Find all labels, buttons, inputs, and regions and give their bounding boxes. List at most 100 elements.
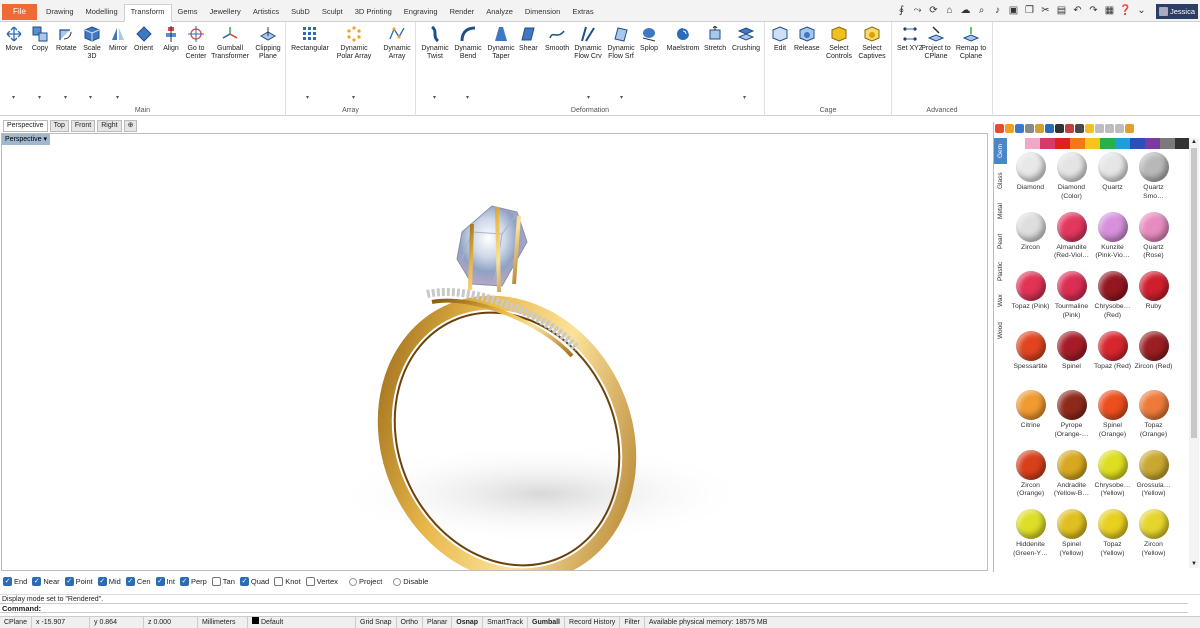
osnap-int[interactable]: ✓ Int bbox=[155, 577, 175, 586]
link-icon[interactable]: ⤳ bbox=[911, 4, 924, 17]
filter-toggle[interactable]: Filter bbox=[620, 617, 645, 628]
gem-item[interactable]: Diamond bbox=[1010, 152, 1051, 212]
material-tab-pearl[interactable]: Pearl bbox=[994, 228, 1007, 254]
properties-icon[interactable] bbox=[1015, 124, 1024, 133]
gem-item[interactable]: Zircon bbox=[1010, 211, 1051, 272]
material-tab-gem[interactable]: Gem bbox=[994, 138, 1007, 164]
color-swatch[interactable] bbox=[1025, 138, 1040, 149]
gem-item[interactable]: Diamond (Color) bbox=[1051, 152, 1092, 212]
copy-button[interactable]: Copy bbox=[31, 25, 49, 53]
color-swatch[interactable] bbox=[1130, 138, 1145, 149]
smooth-button[interactable]: Smooth bbox=[545, 25, 569, 53]
rotate-button[interactable]: Rotate bbox=[56, 25, 77, 53]
tab-jewellery[interactable]: Jewellery bbox=[204, 5, 247, 21]
tab-sculpt[interactable]: Sculpt bbox=[316, 5, 349, 21]
osnap-end[interactable]: ✓ End bbox=[3, 577, 27, 586]
tab-3d-printing[interactable]: 3D Printing bbox=[349, 5, 398, 21]
cplane-status[interactable]: CPlane bbox=[0, 617, 32, 628]
gem-item[interactable]: Topaz (Yellow) bbox=[1092, 509, 1133, 569]
grid-snap-toggle[interactable]: Grid Snap bbox=[356, 617, 397, 628]
orient-button[interactable]: Orient bbox=[134, 25, 153, 53]
splop-button[interactable]: Splop bbox=[640, 25, 658, 53]
tab-modelling[interactable]: Modelling bbox=[80, 5, 124, 21]
scrollbar-thumb[interactable] bbox=[1191, 148, 1197, 438]
lock-icon[interactable]: ⌂ bbox=[943, 4, 956, 17]
scroll-up-icon[interactable]: ▲ bbox=[1191, 139, 1197, 145]
gem-item[interactable]: Spinel (Yellow) bbox=[1051, 509, 1092, 569]
gem-item[interactable]: Quartz bbox=[1092, 152, 1133, 212]
gem-item[interactable]: Hiddenite (Green-Y… bbox=[1010, 509, 1051, 569]
checkbox[interactable]: ✓ bbox=[239, 577, 249, 586]
checkbox[interactable]: ✓ bbox=[179, 577, 189, 586]
shear-button[interactable]: Shear bbox=[519, 25, 538, 53]
gem-item[interactable]: Topaz (Orange) bbox=[1133, 390, 1174, 450]
checkbox[interactable]: ✓ bbox=[3, 577, 12, 586]
gem-item[interactable]: Topaz (Red) bbox=[1092, 330, 1133, 391]
tab-gems[interactable]: Gems bbox=[172, 5, 204, 21]
planar-toggle[interactable]: Planar bbox=[423, 617, 453, 628]
refresh-icon[interactable]: ⟳ bbox=[927, 4, 940, 17]
redo-icon[interactable]: ↷ bbox=[1087, 4, 1100, 17]
dynamic-twist-button[interactable]: Dynamic Twist bbox=[420, 25, 450, 61]
microphone-icon[interactable]: ♪ bbox=[991, 4, 1004, 17]
tab-drawing[interactable]: Drawing bbox=[40, 5, 80, 21]
chevron-down-icon[interactable]: ▾ bbox=[743, 94, 746, 101]
color-swatch[interactable] bbox=[1145, 138, 1160, 149]
color-swatch[interactable] bbox=[1100, 138, 1115, 149]
gem-item[interactable]: Zircon (Yellow) bbox=[1133, 509, 1174, 569]
radio-project[interactable]: Project bbox=[348, 577, 382, 586]
scale-3d-button[interactable]: Scale 3D bbox=[82, 25, 102, 61]
color-swatch[interactable] bbox=[1175, 138, 1190, 149]
ortho-toggle[interactable]: Ortho bbox=[397, 617, 424, 628]
add-viewport-tab[interactable]: ⊕ bbox=[123, 120, 138, 132]
osnap-quad[interactable]: ✓ Quad bbox=[239, 577, 269, 586]
command-line[interactable]: Command: bbox=[0, 603, 1188, 613]
osnap-mid[interactable]: ✓ Mid bbox=[97, 577, 121, 586]
display-icon[interactable] bbox=[1045, 124, 1054, 133]
tab-extras[interactable]: Extras bbox=[566, 5, 599, 21]
print-icon[interactable]: ▦ bbox=[1103, 4, 1116, 17]
checkbox[interactable]: ✓ bbox=[97, 577, 107, 586]
tab-perspective[interactable]: Perspective bbox=[3, 120, 48, 132]
bell-icon[interactable] bbox=[1125, 124, 1134, 133]
gem-item[interactable]: Tourmaline (Pink) bbox=[1051, 271, 1092, 331]
gem-item[interactable]: Citrine bbox=[1010, 390, 1051, 450]
viewport-perspective[interactable]: Perspective ▾ bbox=[1, 133, 988, 571]
dynamic-bend-button[interactable]: Dynamic Bend bbox=[453, 25, 483, 61]
environment-icon[interactable] bbox=[1065, 124, 1074, 133]
folder-icon[interactable] bbox=[1035, 124, 1044, 133]
gem-item[interactable]: Kunzite (Pink-Vio… bbox=[1092, 211, 1133, 272]
tab-transform[interactable]: Transform bbox=[123, 4, 172, 22]
chevron-down-icon[interactable]: ▾ bbox=[306, 94, 309, 101]
dynamic-polar-array-button[interactable]: Dynamic Polar Array bbox=[332, 25, 376, 61]
material-tab-plastic[interactable]: Plastic bbox=[994, 258, 1007, 284]
chevron-down-icon[interactable]: ▾ bbox=[89, 94, 92, 101]
layers-icon[interactable] bbox=[1005, 124, 1014, 133]
project-to-cplane-button[interactable]: Project to CPlane bbox=[920, 25, 952, 61]
radio-button[interactable] bbox=[393, 577, 402, 586]
tab-right[interactable]: Right bbox=[97, 120, 122, 132]
osnap-perp[interactable]: ✓ Perp bbox=[179, 577, 207, 586]
light-icon[interactable] bbox=[1085, 124, 1094, 133]
osnap-knot[interactable]: Knot bbox=[274, 577, 301, 586]
page-icon[interactable] bbox=[1095, 124, 1104, 133]
gem-item[interactable]: Spessartite bbox=[1010, 330, 1051, 391]
gem-item[interactable]: Pyrope (Orange-… bbox=[1051, 390, 1092, 450]
clipping-plane-button[interactable]: Clipping Plane bbox=[253, 25, 283, 61]
remap-to-cplane-button[interactable]: Remap to Cplane bbox=[955, 25, 987, 61]
copy-icon[interactable]: ❐ bbox=[1023, 4, 1036, 17]
align-button[interactable]: Align bbox=[162, 25, 180, 53]
material-tab-wood[interactable]: Wood bbox=[994, 318, 1007, 344]
mirror-button[interactable]: Mirror bbox=[109, 25, 127, 53]
osnap-tan[interactable]: Tan bbox=[211, 577, 235, 586]
color-swatch[interactable] bbox=[1085, 138, 1100, 149]
render-icon[interactable] bbox=[1055, 124, 1064, 133]
chevron-down-icon[interactable]: ▾ bbox=[12, 94, 15, 101]
tab-render[interactable]: Render bbox=[444, 5, 481, 21]
cut-icon[interactable]: ✂ bbox=[1039, 4, 1052, 17]
cloud-icon[interactable]: ☁ bbox=[959, 4, 972, 17]
osnap-cen[interactable]: ✓ Cen bbox=[125, 577, 151, 586]
maelstrom-button[interactable]: Maelstrom bbox=[665, 25, 701, 53]
materials-icon[interactable] bbox=[995, 124, 1004, 133]
dynamic-taper-button[interactable]: Dynamic Taper bbox=[486, 25, 516, 61]
